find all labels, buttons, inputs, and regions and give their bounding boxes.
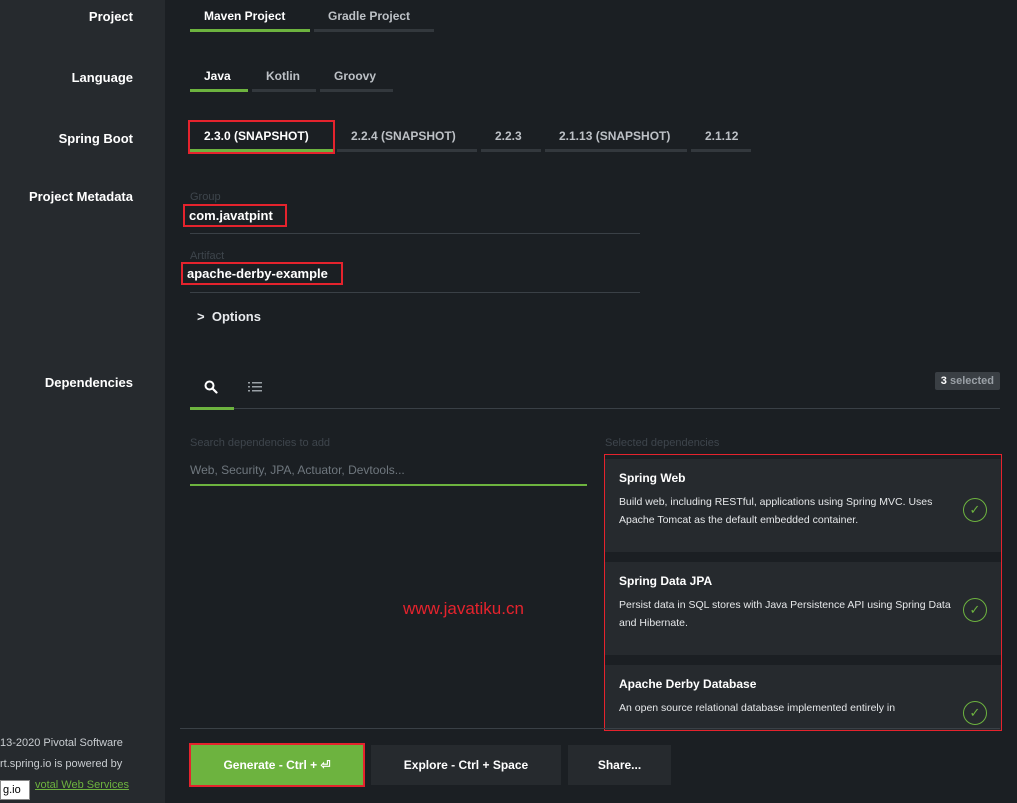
sidebar: Project Language Spring Boot Project Met… (0, 0, 165, 803)
dependency-description: Persist data in SQL stores with Java Per… (619, 599, 951, 629)
generate-button[interactable]: Generate - Ctrl + ⏎ (189, 743, 365, 787)
language-radio-group: Java Kotlin Groovy (190, 62, 393, 92)
pivotal-web-services-link[interactable]: votal Web Services (35, 779, 129, 791)
dependency-title: Spring Web (619, 471, 686, 485)
watermark-text: www.javatiku.cn (403, 599, 524, 618)
boot-option-2-2-4-snapshot[interactable]: 2.2.4 (SNAPSHOT) (337, 122, 477, 152)
list-icon (248, 382, 262, 392)
active-tab-indicator (190, 407, 234, 410)
project-option-gradle[interactable]: Gradle Project (314, 2, 434, 32)
selected-dependencies-list: Spring Web Build web, including RESTful,… (604, 454, 1002, 731)
project-radio-group: Maven Project Gradle Project (190, 2, 434, 32)
artifact-underline (190, 292, 640, 293)
copyright-text: 13-2020 Pivotal Software (0, 737, 123, 749)
chevron-right-icon: > (197, 309, 205, 324)
search-dependencies-label: Search dependencies to add (190, 437, 331, 449)
selected-count-badge: 3 selected (934, 372, 1000, 390)
section-label-metadata: Project Metadata (28, 189, 133, 204)
group-label: Group (190, 191, 221, 203)
section-label-spring-boot: Spring Boot (58, 131, 133, 146)
url-tooltip: g.io (0, 780, 30, 800)
tabs-divider (234, 408, 1000, 409)
dependency-card-spring-web[interactable]: Spring Web Build web, including RESTful,… (605, 459, 1001, 552)
section-label-dependencies: Dependencies (44, 375, 133, 390)
language-option-java[interactable]: Java (190, 62, 248, 92)
dependency-title: Apache Derby Database (619, 677, 757, 691)
boot-option-2-1-13-snapshot[interactable]: 2.1.13 (SNAPSHOT) (545, 122, 687, 152)
spring-boot-radio-group: 2.3.0 (SNAPSHOT) 2.2.4 (SNAPSHOT) 2.2.3 … (188, 120, 751, 154)
language-option-groovy[interactable]: Groovy (320, 62, 393, 92)
check-circle-icon[interactable]: ✓ (963, 598, 987, 622)
dependency-card-spring-data-jpa[interactable]: Spring Data JPA Persist data in SQL stor… (605, 562, 1001, 655)
powered-by-text: rt.spring.io is powered by (0, 758, 123, 770)
section-label-language: Language (71, 70, 133, 85)
selected-dependencies-label: Selected dependencies (605, 437, 720, 449)
group-underline (190, 233, 640, 234)
check-circle-icon[interactable]: ✓ (963, 498, 987, 522)
group-input[interactable]: com.javatpint (183, 204, 287, 227)
boot-option-2-2-3[interactable]: 2.2.3 (481, 122, 541, 152)
artifact-input[interactable]: apache-derby-example (181, 262, 343, 285)
artifact-label: Artifact (190, 250, 225, 262)
explore-button[interactable]: Explore - Ctrl + Space (371, 745, 561, 785)
project-option-maven[interactable]: Maven Project (190, 2, 310, 32)
dependency-description: Build web, including RESTful, applicatio… (619, 496, 933, 526)
actions-divider (180, 728, 1000, 729)
dependency-card-apache-derby[interactable]: Apache Derby Database An open source rel… (605, 665, 1001, 730)
boot-option-2-3-0-snapshot[interactable]: 2.3.0 (SNAPSHOT) (188, 120, 335, 154)
dependency-search-input[interactable] (190, 458, 587, 486)
options-label: Options (211, 309, 261, 324)
tab-search[interactable] (190, 371, 232, 403)
search-icon (204, 380, 218, 394)
language-option-kotlin[interactable]: Kotlin (252, 62, 316, 92)
check-circle-icon[interactable]: ✓ (963, 701, 987, 725)
share-button[interactable]: Share... (568, 745, 671, 785)
section-label-project: Project (88, 9, 133, 24)
options-toggle[interactable]: > Options (197, 309, 261, 324)
dependency-title: Spring Data JPA (619, 574, 713, 588)
dependency-description: An open source relational database imple… (619, 702, 896, 714)
tab-list[interactable] (234, 371, 276, 403)
boot-option-2-1-12[interactable]: 2.1.12 (691, 122, 751, 152)
